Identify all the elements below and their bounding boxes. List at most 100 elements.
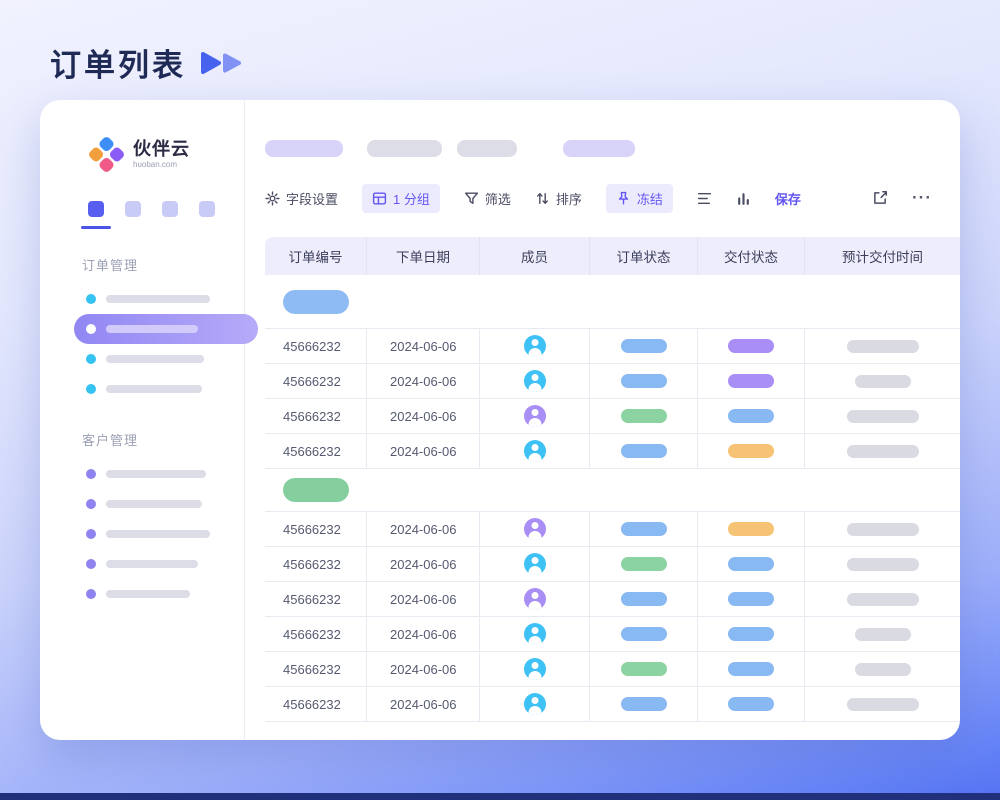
workspace-tab-2[interactable] <box>125 201 141 217</box>
freeze-button[interactable]: 冻结 <box>606 184 673 213</box>
sidebar-item[interactable] <box>40 549 244 579</box>
column-header-order-date[interactable]: 下单日期 <box>367 237 480 275</box>
cell-order-status[interactable] <box>590 617 698 651</box>
sidebar-item[interactable] <box>40 579 244 609</box>
label-skeleton <box>106 470 206 478</box>
more-button[interactable]: ··· <box>912 188 932 208</box>
cell-order-no[interactable]: 45666232 <box>265 512 367 546</box>
sort-label: 排序 <box>556 189 582 208</box>
cell-order-no[interactable]: 45666232 <box>265 582 367 616</box>
column-header-eta[interactable]: 预计交付时间 <box>805 237 960 275</box>
cell-eta[interactable] <box>805 547 960 581</box>
sidebar-item[interactable] <box>40 459 244 489</box>
cell-order-status[interactable] <box>590 364 698 398</box>
cell-order-status[interactable] <box>590 652 698 686</box>
cell-order-status[interactable] <box>590 687 698 721</box>
cell-order-status[interactable] <box>590 399 698 433</box>
cell-delivery-status[interactable] <box>698 512 805 546</box>
column-header-order-status[interactable]: 订单状态 <box>590 237 698 275</box>
sidebar-item[interactable] <box>40 284 244 314</box>
cell-order-no[interactable]: 45666232 <box>265 617 367 651</box>
cell-member[interactable] <box>480 399 590 433</box>
cell-order-date[interactable]: 2024-06-06 <box>367 434 480 468</box>
cell-eta[interactable] <box>805 512 960 546</box>
cell-order-no[interactable]: 45666232 <box>265 652 367 686</box>
tab-skeleton <box>367 140 442 157</box>
cell-delivery-status[interactable] <box>698 652 805 686</box>
group-pill[interactable] <box>283 478 349 502</box>
cell-order-date[interactable]: 2024-06-06 <box>367 687 480 721</box>
row-height-button[interactable] <box>697 191 712 206</box>
sidebar-item[interactable] <box>40 374 244 404</box>
cell-member[interactable] <box>480 687 590 721</box>
cell-order-status[interactable] <box>590 547 698 581</box>
cell-order-status[interactable] <box>590 582 698 616</box>
cell-eta[interactable] <box>805 434 960 468</box>
cell-order-no[interactable]: 45666232 <box>265 329 367 363</box>
workspace-tab-3[interactable] <box>162 201 178 217</box>
cell-order-no[interactable]: 45666232 <box>265 364 367 398</box>
sidebar-item[interactable] <box>40 344 244 374</box>
cell-delivery-status[interactable] <box>698 687 805 721</box>
cell-eta[interactable] <box>805 364 960 398</box>
cell-eta[interactable] <box>805 329 960 363</box>
filter-button[interactable]: 筛选 <box>464 189 511 208</box>
cell-delivery-status[interactable] <box>698 582 805 616</box>
group-header-row <box>265 275 960 329</box>
cell-order-status[interactable] <box>590 329 698 363</box>
cell-order-no[interactable]: 45666232 <box>265 547 367 581</box>
logo-icon <box>87 135 125 173</box>
cell-order-date[interactable]: 2024-06-06 <box>367 547 480 581</box>
cell-order-no[interactable]: 45666232 <box>265 399 367 433</box>
cell-order-date[interactable]: 2024-06-06 <box>367 399 480 433</box>
cell-order-no[interactable]: 45666232 <box>265 434 367 468</box>
cell-member[interactable] <box>480 547 590 581</box>
share-button[interactable] <box>872 190 888 206</box>
cell-order-status[interactable] <box>590 434 698 468</box>
cell-member[interactable] <box>480 582 590 616</box>
cell-member[interactable] <box>480 434 590 468</box>
cell-member[interactable] <box>480 329 590 363</box>
cell-order-date[interactable]: 2024-06-06 <box>367 364 480 398</box>
cell-delivery-status[interactable] <box>698 364 805 398</box>
cell-delivery-status[interactable] <box>698 329 805 363</box>
column-header-delivery-status[interactable]: 交付状态 <box>698 237 805 275</box>
cell-order-date[interactable]: 2024-06-06 <box>367 617 480 651</box>
cell-delivery-status[interactable] <box>698 434 805 468</box>
cell-order-status[interactable] <box>590 512 698 546</box>
chart-view-button[interactable] <box>736 191 751 206</box>
cell-order-no[interactable]: 45666232 <box>265 687 367 721</box>
member-avatar-icon <box>524 588 546 610</box>
column-header-member[interactable]: 成员 <box>480 237 590 275</box>
save-button[interactable]: 保存 <box>775 189 801 208</box>
cell-delivery-status[interactable] <box>698 617 805 651</box>
cell-eta[interactable] <box>805 582 960 616</box>
field-settings-button[interactable]: 字段设置 <box>265 189 338 208</box>
cell-eta[interactable] <box>805 617 960 651</box>
sort-button[interactable]: 排序 <box>535 189 582 208</box>
sidebar-item[interactable] <box>40 519 244 549</box>
cell-order-date[interactable]: 2024-06-06 <box>367 582 480 616</box>
workspace-tab-4[interactable] <box>199 201 215 217</box>
eta-skeleton-pill <box>847 593 919 606</box>
sidebar-item-active[interactable] <box>74 314 258 344</box>
cell-order-date[interactable]: 2024-06-06 <box>367 512 480 546</box>
filter-label: 筛选 <box>485 189 511 208</box>
cell-delivery-status[interactable] <box>698 399 805 433</box>
cell-order-date[interactable]: 2024-06-06 <box>367 652 480 686</box>
group-pill[interactable] <box>283 290 349 314</box>
cell-eta[interactable] <box>805 652 960 686</box>
column-header-order-no[interactable]: 订单编号 <box>265 237 367 275</box>
workspace-tab-1[interactable] <box>88 201 104 217</box>
cell-order-date[interactable]: 2024-06-06 <box>367 329 480 363</box>
cell-member[interactable] <box>480 652 590 686</box>
cell-member[interactable] <box>480 364 590 398</box>
cell-eta[interactable] <box>805 687 960 721</box>
cell-member[interactable] <box>480 617 590 651</box>
cell-member[interactable] <box>480 512 590 546</box>
cell-delivery-status[interactable] <box>698 547 805 581</box>
label-skeleton <box>106 500 202 508</box>
cell-eta[interactable] <box>805 399 960 433</box>
sidebar-item[interactable] <box>40 489 244 519</box>
group-button[interactable]: 1 分组 <box>362 184 440 213</box>
